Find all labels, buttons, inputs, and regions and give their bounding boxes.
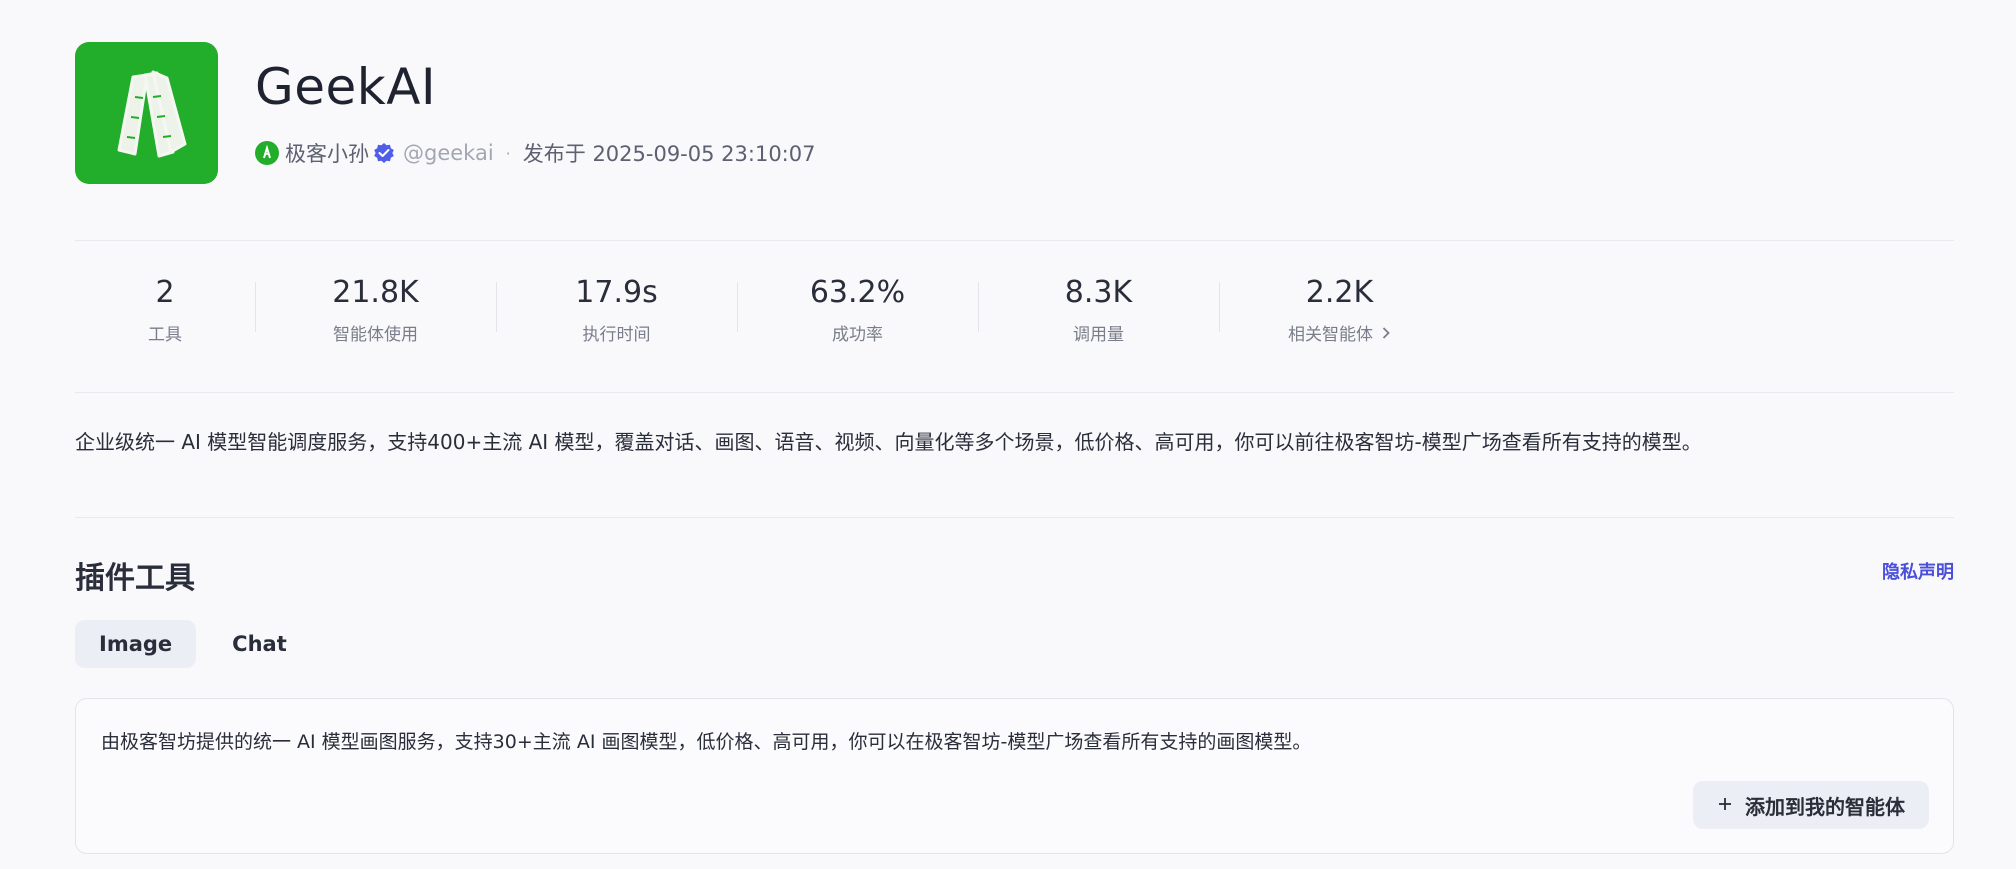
privacy-link[interactable]: 隐私声明 (1882, 558, 1954, 584)
add-to-my-agent-button[interactable]: 添加到我的智能体 (1693, 781, 1929, 829)
divider (75, 517, 1954, 518)
stat-related-agents[interactable]: 2.2K 相关智能体 (1219, 270, 1460, 350)
stat-label: 相关智能体 (1288, 325, 1373, 345)
publish-date: 发布于 2025-09-05 23:10:07 (522, 142, 816, 166)
stat-value: 2 (155, 275, 175, 310)
stat-value: 63.2% (809, 275, 906, 310)
stat-agent-usage: 21.8K 智能体使用 (255, 270, 496, 350)
stat-value: 8.3K (1064, 275, 1133, 310)
author-meta: 极客小孙 @geekai · 发布于 2025-09-05 23:10:07 (255, 138, 815, 168)
tab-chat[interactable]: Chat (208, 620, 311, 668)
stat-label: 执行时间 (582, 325, 651, 345)
author-handle: @geekai (403, 141, 494, 165)
tab-image[interactable]: Image (75, 620, 197, 668)
plugin-tabs: Image Chat (75, 620, 311, 668)
geekai-logo-icon (75, 42, 218, 184)
stat-success-rate: 63.2% 成功率 (737, 270, 978, 350)
stat-label: 智能体使用 (333, 325, 418, 345)
stats-bar: 2 工具 21.8K 智能体使用 17.9s 执行时间 63.2% 成功率 8.… (75, 270, 1460, 350)
author-avatar-icon[interactable] (255, 141, 279, 165)
stat-exec-time: 17.9s 执行时间 (496, 270, 737, 350)
description: 企业级统一 AI 模型智能调度服务，支持400+主流 AI 模型，覆盖对话、画图… (75, 430, 1702, 454)
plugin-detail-page: GeekAI 极客小孙 @geekai · 发布于 2025-09-05 23:… (75, 0, 1954, 869)
plugin-description: 由极客智坊提供的统一 AI 模型画图服务，支持30+主流 AI 画图模型，低价格… (101, 731, 1312, 753)
add-button-label: 添加到我的智能体 (1745, 794, 1905, 819)
stat-label: 工具 (148, 325, 182, 345)
divider (75, 392, 1954, 393)
verified-badge-icon (373, 142, 395, 164)
author-name[interactable]: 极客小孙 (285, 138, 369, 168)
divider (75, 240, 1954, 241)
stat-label: 成功率 (832, 325, 883, 345)
stat-value: 17.9s (575, 275, 658, 310)
meta-separator: · (505, 143, 511, 163)
stat-tools: 2 工具 (75, 270, 255, 350)
section-title: 插件工具 (75, 561, 195, 596)
chevron-right-icon (1381, 326, 1391, 340)
stat-value: 21.8K (332, 275, 419, 310)
stat-value: 2.2K (1305, 275, 1374, 310)
page-title: GeekAI (255, 58, 437, 116)
plus-icon (1717, 793, 1733, 817)
related-agents-link[interactable]: 相关智能体 (1288, 320, 1391, 345)
stat-call-count: 8.3K 调用量 (978, 270, 1219, 350)
stat-label: 调用量 (1073, 325, 1124, 345)
plugin-card: 由极客智坊提供的统一 AI 模型画图服务，支持30+主流 AI 画图模型，低价格… (75, 698, 1954, 854)
